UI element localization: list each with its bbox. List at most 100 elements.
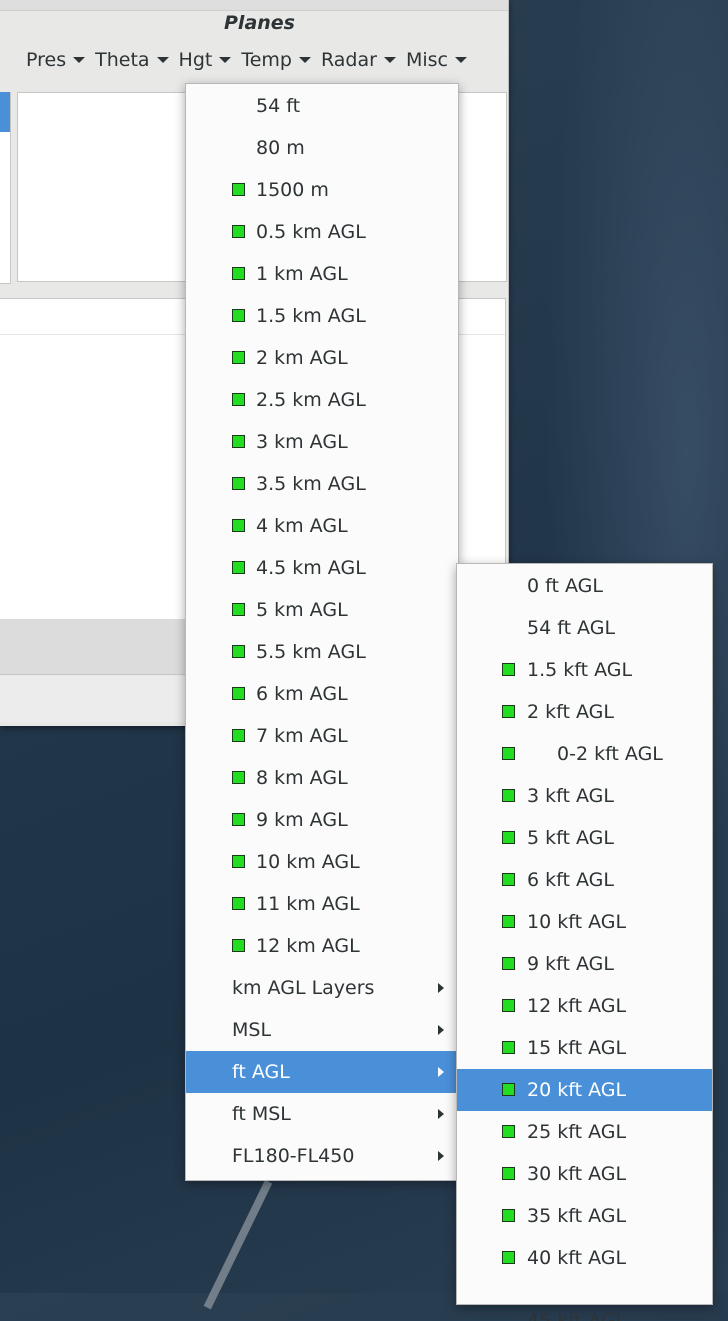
- menu-misc[interactable]: Misc: [406, 49, 477, 71]
- menu-item-1-5-km-agl[interactable]: 1.5 km AGL: [186, 295, 458, 337]
- submenu-item-35-kft-agl[interactable]: 35 kft AGL: [457, 1195, 712, 1237]
- submenu-item-9-kft-agl[interactable]: 9 kft AGL: [457, 943, 712, 985]
- green-square-icon: [232, 351, 245, 364]
- menu-pres[interactable]: Pres: [0, 49, 95, 71]
- green-square-icon: [502, 873, 515, 886]
- chevron-down-icon: [156, 57, 169, 63]
- menu-item-8-km-agl[interactable]: 8 km AGL: [186, 757, 458, 799]
- submenu-item-45-kft-agl[interactable]: 45 kft AGL: [457, 1279, 712, 1321]
- menu-item-6-km-agl[interactable]: 6 km AGL: [186, 673, 458, 715]
- menu-misc-label: Misc: [405, 49, 448, 71]
- green-square-icon: [232, 393, 245, 406]
- menu-item-5-5-km-agl[interactable]: 5.5 km AGL: [186, 631, 458, 673]
- green-square-icon: [232, 603, 245, 616]
- submenu-item-1-5-kft-agl[interactable]: 1.5 kft AGL: [457, 649, 712, 691]
- submenu-item-3-kft-agl[interactable]: 3 kft AGL: [457, 775, 712, 817]
- green-square-icon: [232, 477, 245, 490]
- menu-item-ft-msl[interactable]: ft MSL: [186, 1093, 458, 1135]
- submenu-item-40-kft-agl[interactable]: 40 kft AGL: [457, 1237, 712, 1279]
- menu-item-label: 3.5 km AGL: [256, 473, 366, 495]
- menu-item-10-km-agl[interactable]: 10 km AGL: [186, 841, 458, 883]
- menu-item-km-agl-layers[interactable]: km AGL Layers: [186, 967, 458, 1009]
- menu-item-3-5-km-agl[interactable]: 3.5 km AGL: [186, 463, 458, 505]
- green-square-icon: [232, 519, 245, 532]
- submenu-item-5-kft-agl[interactable]: 5 kft AGL: [457, 817, 712, 859]
- menu-item-label: 5.5 km AGL: [256, 641, 366, 663]
- green-square-icon: [502, 663, 515, 676]
- menu-item-4-km-agl[interactable]: 4 km AGL: [186, 505, 458, 547]
- menu-radar[interactable]: Radar: [321, 49, 406, 71]
- menu-item-4-5-km-agl[interactable]: 4.5 km AGL: [186, 547, 458, 589]
- menu-item-label: 6 km AGL: [256, 683, 348, 705]
- menu-item-label: 10 km AGL: [256, 851, 360, 873]
- menu-item-label: 20 kft AGL: [527, 1079, 627, 1101]
- green-square-icon: [232, 729, 245, 742]
- submenu-item-25-kft-agl[interactable]: 25 kft AGL: [457, 1111, 712, 1153]
- menu-item-ft-agl[interactable]: ft AGL: [186, 1051, 458, 1093]
- submenu-item-20-kft-agl[interactable]: 20 kft AGL: [457, 1069, 712, 1111]
- menu-temp-label: Temp: [241, 49, 292, 71]
- menu-hgt[interactable]: Hgt: [179, 49, 242, 71]
- submenu-item-30-kft-agl[interactable]: 30 kft AGL: [457, 1153, 712, 1195]
- menu-item-1500-m[interactable]: 1500 m: [186, 169, 458, 211]
- submenu-item-12-kft-agl[interactable]: 12 kft AGL: [457, 985, 712, 1027]
- menu-item-5-km-agl[interactable]: 5 km AGL: [186, 589, 458, 631]
- left-list-selected-row[interactable]: [0, 92, 10, 132]
- menu-item-label: MSL: [232, 1019, 272, 1041]
- menu-item-11-km-agl[interactable]: 11 km AGL: [186, 883, 458, 925]
- menu-item-label: 1 km AGL: [256, 263, 348, 285]
- chevron-right-icon: [438, 983, 444, 993]
- green-square-icon: [232, 645, 245, 658]
- menu-item-7-km-agl[interactable]: 7 km AGL: [186, 715, 458, 757]
- menu-item-label: 0.5 km AGL: [256, 221, 366, 243]
- green-square-icon: [502, 1125, 515, 1138]
- chevron-right-icon: [438, 1109, 444, 1119]
- menu-item-label: 15 kft AGL: [527, 1037, 627, 1059]
- green-square-icon: [502, 789, 515, 802]
- green-square-icon: [502, 957, 515, 970]
- green-square-icon: [232, 225, 245, 238]
- green-square-icon: [502, 1209, 515, 1222]
- green-square-icon: [232, 309, 245, 322]
- submenu-item-6-kft-agl[interactable]: 6 kft AGL: [457, 859, 712, 901]
- menu-item-msl[interactable]: MSL: [186, 1009, 458, 1051]
- green-square-icon: [232, 855, 245, 868]
- menu-item-label: 5 kft AGL: [527, 827, 614, 849]
- menu-item-label: 35 kft AGL: [527, 1205, 627, 1227]
- chevron-right-icon: [438, 1151, 444, 1161]
- submenu-item-2-kft-agl[interactable]: 2 kft AGL: [457, 691, 712, 733]
- menu-item-3-km-agl[interactable]: 3 km AGL: [186, 421, 458, 463]
- green-square-icon: [502, 1251, 515, 1264]
- menu-item-54-ft[interactable]: 54 ft: [186, 85, 458, 127]
- menu-item-label: 1500 m: [256, 179, 329, 201]
- menu-pres-label: Pres: [26, 49, 67, 71]
- menu-item-label: 10 kft AGL: [527, 911, 627, 933]
- submenu-item-10-kft-agl[interactable]: 10 kft AGL: [457, 901, 712, 943]
- menu-item-fl180-fl450[interactable]: FL180-FL450: [186, 1135, 458, 1177]
- menu-item-1-km-agl[interactable]: 1 km AGL: [186, 253, 458, 295]
- menu-item-label: 80 m: [256, 137, 305, 159]
- menu-item-label: 1.5 kft AGL: [527, 659, 633, 681]
- menu-theta[interactable]: Theta: [95, 49, 178, 71]
- menu-item-2-km-agl[interactable]: 2 km AGL: [186, 337, 458, 379]
- menu-item-2-5-km-agl[interactable]: 2.5 km AGL: [186, 379, 458, 421]
- submenu-item-0-ft-agl[interactable]: 0 ft AGL: [457, 565, 712, 607]
- green-square-icon: [502, 915, 515, 928]
- menu-item-label: ft AGL: [232, 1061, 290, 1083]
- menu-item-9-km-agl[interactable]: 9 km AGL: [186, 799, 458, 841]
- menu-item-label: 2 km AGL: [256, 347, 348, 369]
- planes-section-title: Planes: [224, 12, 295, 34]
- submenu-item-54-ft-agl[interactable]: 54 ft AGL: [457, 607, 712, 649]
- submenu-item-0-2-kft-agl[interactable]: 0-2 kft AGL: [457, 733, 712, 775]
- green-square-icon: [232, 687, 245, 700]
- menu-item-label: 8 km AGL: [256, 767, 348, 789]
- submenu-item-15-kft-agl[interactable]: 15 kft AGL: [457, 1027, 712, 1069]
- menu-item-12-km-agl[interactable]: 12 km AGL: [186, 925, 458, 967]
- green-square-icon: [502, 999, 515, 1012]
- menu-item-80-m[interactable]: 80 m: [186, 127, 458, 169]
- chevron-right-icon: [438, 1067, 444, 1077]
- menu-temp[interactable]: Temp: [241, 49, 321, 71]
- green-square-icon: [502, 747, 515, 760]
- window-top-border: [0, 0, 508, 11]
- menu-item-0-5-km-agl[interactable]: 0.5 km AGL: [186, 211, 458, 253]
